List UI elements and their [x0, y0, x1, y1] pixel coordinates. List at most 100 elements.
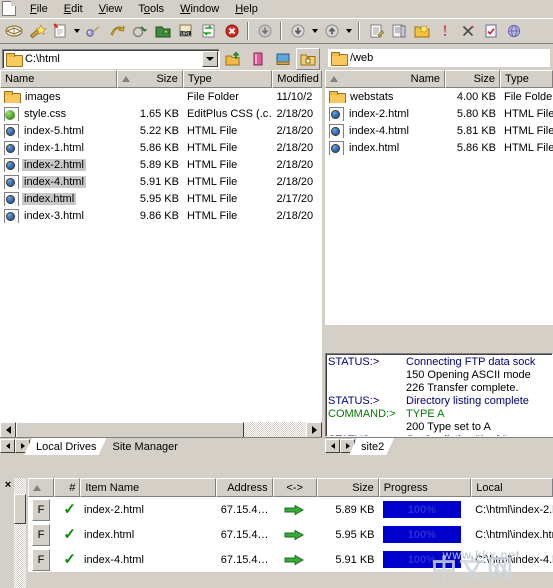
tab-local-drives[interactable]: Local Drives: [24, 438, 107, 455]
scroll-track[interactable]: [16, 421, 306, 438]
transfer-flag-button[interactable]: F: [28, 497, 54, 522]
file-name-label: index.html: [22, 192, 77, 205]
file-name-cell: index-5.html: [0, 123, 117, 138]
tab-scroll-prev-button[interactable]: [325, 439, 340, 453]
drive-icon[interactable]: [246, 48, 270, 70]
transfer-flag-button[interactable]: F: [32, 498, 50, 521]
exclamation-icon[interactable]: [433, 20, 456, 42]
remote-path-field[interactable]: /web: [327, 47, 551, 68]
local-column-header[interactable]: Size: [117, 70, 183, 88]
local-file-row[interactable]: index-4.html 5.91 KB HTML File 2/18/20: [0, 173, 322, 190]
remote-file-list[interactable]: webstats 4.00 KB File Folder index-2.html 5.…: [325, 88, 553, 325]
menu-item-file[interactable]: File: [22, 1, 56, 17]
queue-column-header[interactable]: [28, 478, 55, 497]
file-modified-cell: 2/18/20: [276, 175, 314, 188]
disconnect-icon[interactable]: [82, 20, 105, 42]
remote-file-row[interactable]: index.html 5.86 KB HTML File: [325, 139, 553, 156]
transfer-flag-button[interactable]: F: [28, 522, 54, 547]
local-horizontal-scrollbar[interactable]: [0, 421, 322, 438]
tab-scroll-prev-button[interactable]: [0, 439, 15, 453]
transfer-flag-button[interactable]: F: [32, 548, 50, 571]
remote-file-row[interactable]: webstats 4.00 KB File Folder: [325, 88, 553, 105]
menu-item-view[interactable]: View: [91, 1, 131, 17]
tab-site-manager[interactable]: Site Manager: [101, 438, 188, 455]
remote-file-row[interactable]: index-2.html 5.80 KB HTML File: [325, 105, 553, 122]
close-icon[interactable]: ×: [2, 480, 14, 491]
html-file-icon: [4, 140, 19, 155]
queue-column-header[interactable]: Item Name: [80, 478, 216, 497]
refresh-icon[interactable]: [128, 20, 151, 42]
local-column-header[interactable]: Modified: [272, 70, 322, 88]
file-name: index-2.html: [4, 157, 86, 172]
menu-item-edit[interactable]: Edit: [56, 1, 91, 17]
queue-column-header[interactable]: Address: [215, 478, 273, 497]
desktop-icon[interactable]: [271, 48, 295, 70]
file-name-label: index-1.html: [24, 141, 84, 154]
ftp-log-panel[interactable]: STATUS:> Connecting FTP data sock 150 Open…: [325, 353, 553, 437]
connection-wizard-icon[interactable]: [25, 20, 48, 42]
upload-folder-icon[interactable]: [151, 20, 174, 42]
queue-column-header[interactable]: Size: [316, 478, 379, 497]
upload-dropdown-icon[interactable]: [343, 20, 354, 42]
transfer-flag-button[interactable]: F: [32, 523, 50, 546]
queue-column-header[interactable]: Local: [471, 478, 553, 497]
ftp-client-window: File Edit View Tools Window Help URL C:\…: [0, 0, 553, 588]
quick-connect-icon[interactable]: [253, 20, 276, 42]
properties-icon[interactable]: [387, 20, 410, 42]
scroll-left-button[interactable]: [0, 421, 16, 438]
new-document-icon[interactable]: [48, 20, 71, 42]
file-size-cell: 1.65 KB: [139, 107, 179, 120]
queue-local-path: C:\html\index-4.h: [475, 553, 553, 566]
scroll-right-button[interactable]: [306, 421, 322, 438]
queue-column-header[interactable]: <->: [272, 478, 317, 497]
menu-item-window[interactable]: Window: [172, 1, 227, 17]
remote-file-row[interactable]: index-4.html 5.81 KB HTML File: [325, 122, 553, 139]
queue-row[interactable]: F ✓ index-2.html 67.15.4… 5.89 KB 100% C:\html…: [28, 497, 553, 522]
local-file-row[interactable]: images File Folder 11/10/2: [0, 88, 322, 105]
up-one-level-icon[interactable]: [221, 48, 245, 70]
local-file-row[interactable]: style.css 1.65 KB EditPlus CSS (.c…) 2/18/2…: [0, 105, 322, 122]
local-file-list[interactable]: images File Folder 11/10/2 style.css 1.65 KB…: [0, 88, 322, 428]
sync-icon[interactable]: [197, 20, 220, 42]
delete-icon[interactable]: [456, 20, 479, 42]
site-manager-icon[interactable]: [2, 20, 25, 42]
chevron-down-icon[interactable]: [202, 50, 218, 67]
stop-icon[interactable]: [220, 20, 243, 42]
menu-item-help[interactable]: Help: [227, 1, 266, 17]
tab-site2[interactable]: site2: [349, 438, 394, 455]
queue-row[interactable]: F ✓ index.html 67.15.4… 5.95 KB 100% C:\html\i…: [28, 522, 553, 547]
url-icon[interactable]: URL: [174, 20, 197, 42]
file-name: webstats: [329, 90, 395, 103]
globe-icon[interactable]: [502, 20, 525, 42]
transfer-flag-button[interactable]: F: [28, 547, 54, 572]
download-dropdown-icon[interactable]: [309, 20, 320, 42]
remote-column-header[interactable]: Name: [325, 70, 445, 88]
local-file-row[interactable]: index-2.html 5.89 KB HTML File 2/18/20: [0, 156, 322, 173]
local-file-row[interactable]: index-3.html 9.86 KB HTML File 2/18/20: [0, 207, 322, 224]
scroll-thumb[interactable]: [14, 494, 26, 524]
edit-file-icon[interactable]: [364, 20, 387, 42]
file-type-cell: HTML File: [504, 107, 553, 120]
remote-column-header[interactable]: Size: [445, 70, 500, 88]
scroll-thumb[interactable]: [16, 421, 244, 438]
queue-row[interactable]: F ✓ index-4.html 67.15.4… 5.91 KB 100% C:\html…: [28, 547, 553, 572]
local-column-header[interactable]: Name: [0, 70, 118, 88]
queue-vertical-scrollbar[interactable]: [14, 478, 26, 588]
download-icon[interactable]: [286, 20, 309, 42]
file-panes: C:\html Name Size Type Modified images File …: [0, 45, 553, 455]
local-file-row[interactable]: index.html 5.95 KB HTML File 2/17/20: [0, 190, 322, 207]
lock-folder-icon[interactable]: [296, 47, 320, 70]
upload-icon[interactable]: [320, 20, 343, 42]
queue-column-header[interactable]: Progress: [378, 478, 472, 497]
queue-column-header[interactable]: #: [54, 478, 81, 497]
new-document-dropdown-icon[interactable]: [71, 20, 82, 42]
local-column-header[interactable]: Type: [182, 70, 273, 88]
local-file-row[interactable]: index-5.html 5.22 KB HTML File 2/18/20: [0, 122, 322, 139]
check-file-icon[interactable]: [479, 20, 502, 42]
menu-item-tools[interactable]: Tools: [130, 1, 172, 17]
local-path-combo[interactable]: C:\html: [2, 48, 220, 69]
local-file-row[interactable]: index-1.html 5.86 KB HTML File 2/18/20: [0, 139, 322, 156]
new-folder-icon[interactable]: [410, 20, 433, 42]
remote-column-header[interactable]: Type: [500, 70, 553, 88]
reconnect-icon[interactable]: [105, 20, 128, 42]
